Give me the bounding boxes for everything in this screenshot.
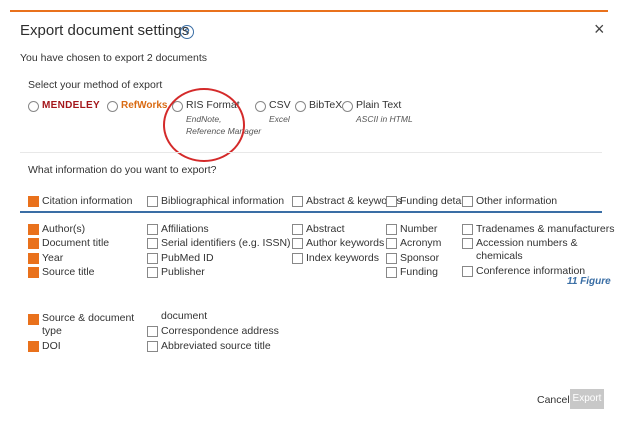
checkbox-year[interactable] (28, 253, 39, 264)
export-count-text: You have chosen to export 2 documents (20, 52, 207, 64)
checkbox-publisher[interactable] (147, 267, 158, 278)
checkbox-conference-information[interactable] (462, 266, 473, 277)
item-abbreviated-source-title[interactable]: Abbreviated source title (161, 340, 271, 352)
plain-text-sub: ASCII in HTML (356, 114, 413, 124)
item-sponsor[interactable]: Sponsor (400, 252, 439, 264)
item-correspondence-address[interactable]: Correspondence address (161, 325, 279, 337)
checkbox-correspondence-address[interactable] (147, 326, 158, 337)
checkbox-accession-numbers[interactable] (462, 238, 473, 249)
close-icon[interactable]: × (594, 20, 605, 38)
checkbox-doi[interactable] (28, 341, 39, 352)
checkbox-document-title[interactable] (28, 238, 39, 249)
item-publisher[interactable]: Publisher (161, 266, 205, 278)
red-highlight-circle (163, 88, 245, 162)
checkbox-funding[interactable] (386, 267, 397, 278)
mendeley-logo[interactable]: MENDELEY (42, 100, 100, 111)
header-funding-details[interactable]: Funding details (400, 195, 471, 207)
checkbox-number[interactable] (386, 224, 397, 235)
csv-sub: Excel (269, 114, 290, 124)
item-abstract[interactable]: Abstract (306, 223, 345, 235)
question-circle-icon[interactable]: ? (180, 25, 194, 39)
checkbox-funding-details[interactable] (386, 196, 397, 207)
item-authors[interactable]: Author(s) (42, 223, 85, 235)
checkbox-authors[interactable] (28, 224, 39, 235)
item-author-keywords[interactable]: Author keywords (306, 237, 384, 249)
checkbox-other-information[interactable] (462, 196, 473, 207)
item-serial-identifiers[interactable]: Serial identifiers (e.g. ISSN) (161, 237, 291, 249)
item-tradenames[interactable]: Tradenames & manufacturers (476, 223, 615, 235)
export-method-heading: Select your method of export (28, 79, 163, 91)
header-bibliographical-information[interactable]: Bibliographical information (161, 195, 284, 207)
figure-gap (0, 283, 624, 307)
section-divider (20, 152, 602, 153)
checkbox-source-title[interactable] (28, 267, 39, 278)
checkbox-sponsor[interactable] (386, 253, 397, 264)
checkbox-author-keywords[interactable] (292, 238, 303, 249)
refworks-logo[interactable]: RefWorks (121, 100, 168, 111)
item-accession-numbers[interactable]: Accession numbers & (476, 237, 578, 249)
checkbox-abstract-keywords[interactable] (292, 196, 303, 207)
header-underline (20, 211, 602, 213)
item-funding[interactable]: Funding (400, 266, 438, 278)
checkbox-bibliographical-information[interactable] (147, 196, 158, 207)
checkbox-citation-information[interactable] (28, 196, 39, 207)
header-citation-information[interactable]: Citation information (42, 195, 132, 207)
checkbox-abstract[interactable] (292, 224, 303, 235)
top-accent-line (10, 10, 608, 12)
checkbox-abbreviated-source-title[interactable] (147, 341, 158, 352)
item-acronym[interactable]: Acronym (400, 237, 441, 249)
item-index-keywords[interactable]: Index keywords (306, 252, 379, 264)
plain-text-label[interactable]: Plain Text (356, 99, 401, 111)
item-document: document (161, 310, 208, 322)
checkbox-acronym[interactable] (386, 238, 397, 249)
item-source-title[interactable]: Source title (42, 266, 95, 278)
radio-bibtex[interactable] (295, 101, 306, 112)
info-heading: What information do you want to export? (28, 164, 217, 176)
checkbox-index-keywords[interactable] (292, 253, 303, 264)
checkbox-source-document-type[interactable] (28, 314, 39, 325)
radio-csv[interactable] (255, 101, 266, 112)
item-chemicals: chemicals (476, 250, 523, 262)
item-year[interactable]: Year (42, 252, 63, 264)
item-doi[interactable]: DOI (42, 340, 61, 352)
checkbox-pubmed-id[interactable] (147, 253, 158, 264)
checkbox-affiliations[interactable] (147, 224, 158, 235)
checkbox-tradenames[interactable] (462, 224, 473, 235)
csv-label[interactable]: CSV (269, 99, 291, 111)
item-affiliations[interactable]: Affiliations (161, 223, 209, 235)
radio-plain-text[interactable] (342, 101, 353, 112)
header-other-information[interactable]: Other information (476, 195, 557, 207)
bibtex-label[interactable]: BibTeX (309, 99, 342, 111)
dialog-title: Export document settings (20, 22, 190, 39)
item-source-document-type-cont: type (42, 325, 62, 337)
radio-mendeley[interactable] (28, 101, 39, 112)
item-pubmed-id[interactable]: PubMed ID (161, 252, 214, 264)
item-source-document-type[interactable]: Source & document (42, 312, 134, 324)
export-button[interactable]: Export (570, 389, 604, 409)
figure-label: 11 Figure (567, 276, 611, 287)
item-number[interactable]: Number (400, 223, 437, 235)
cancel-button[interactable]: Cancel (537, 394, 570, 406)
item-document-title[interactable]: Document title (42, 237, 109, 249)
radio-refworks[interactable] (107, 101, 118, 112)
checkbox-serial-identifiers[interactable] (147, 238, 158, 249)
